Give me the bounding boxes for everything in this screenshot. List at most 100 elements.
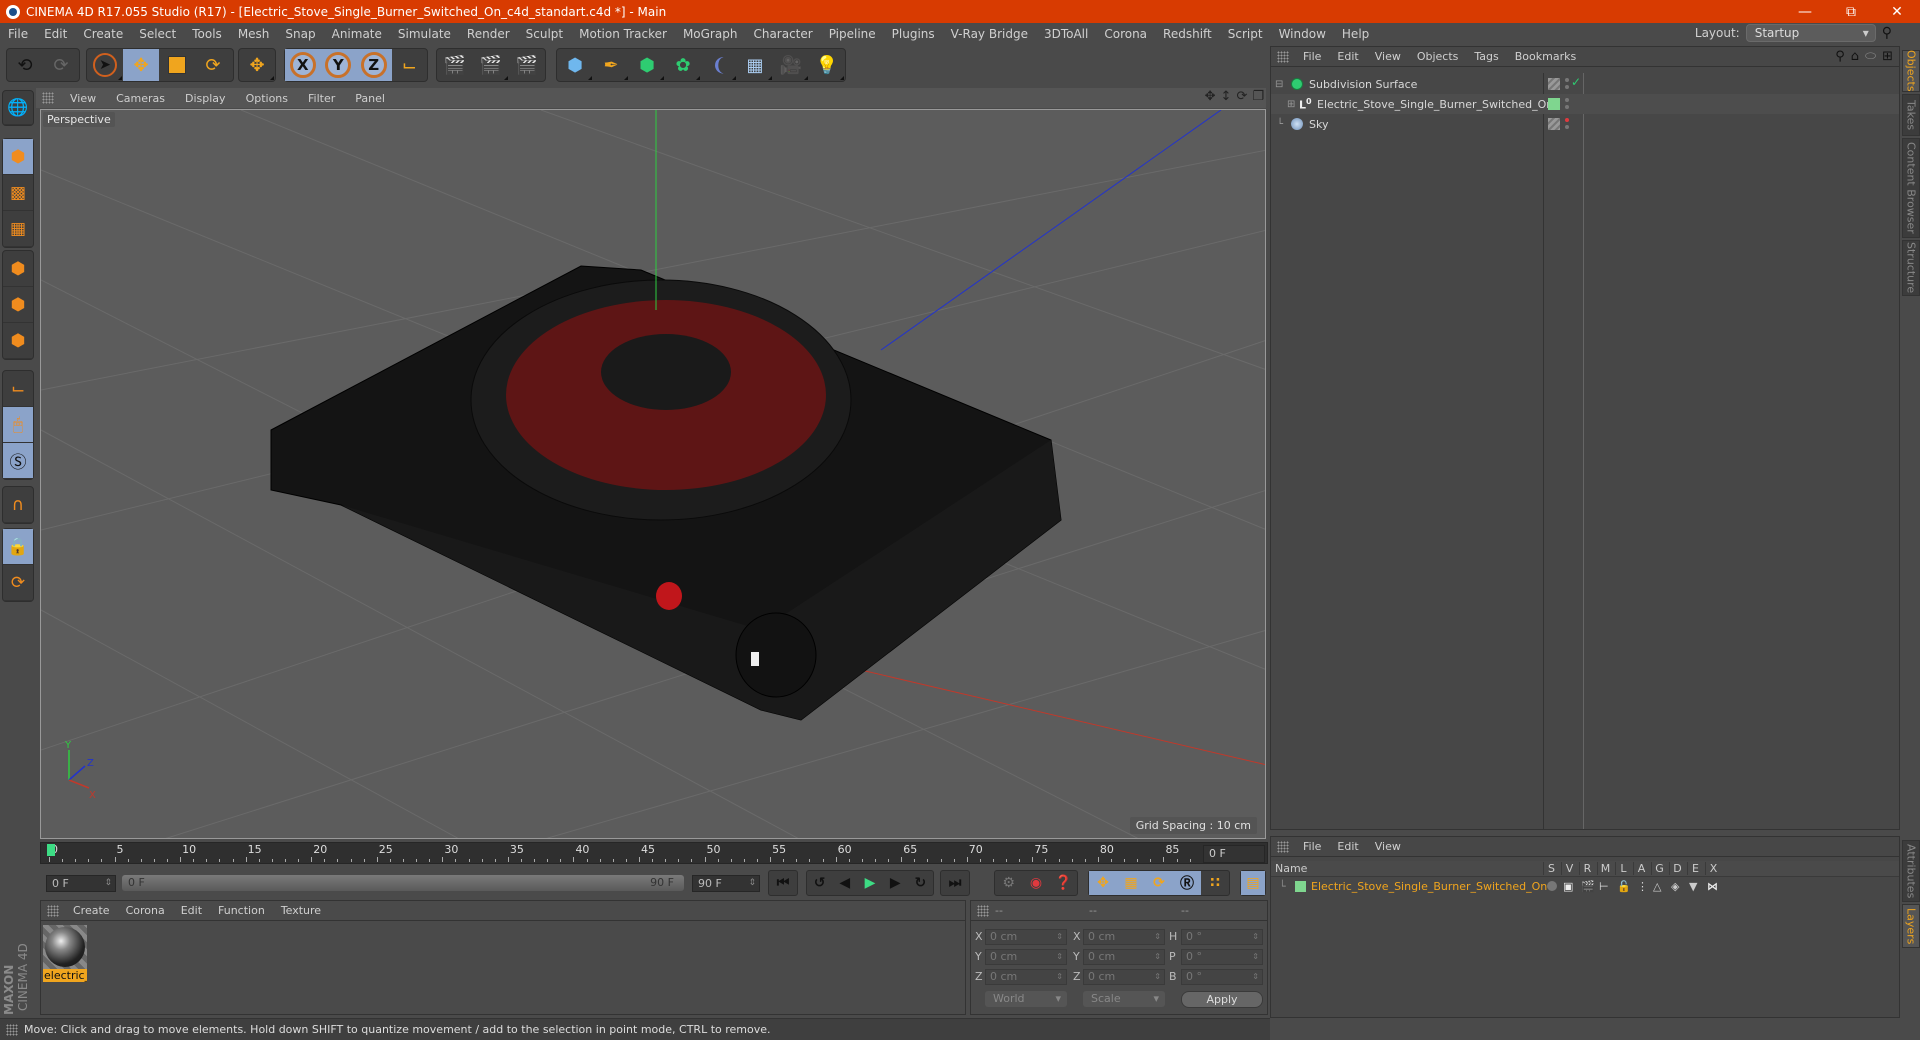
visibility-toggle[interactable] — [1548, 78, 1560, 90]
object-menu-objects[interactable]: Objects — [1409, 50, 1467, 63]
panel-grip-icon[interactable] — [1277, 50, 1289, 63]
menu-select[interactable]: Select — [131, 27, 184, 41]
tweak-mode-icon[interactable]: 🖱 — [3, 407, 33, 443]
make-editable-icon[interactable]: 🌐 — [3, 91, 33, 125]
current-frame-field[interactable]: 0 F — [1203, 845, 1265, 863]
editor-visibility-dot[interactable] — [1565, 78, 1569, 82]
floor-icon[interactable]: ▦ — [737, 49, 773, 81]
viewport-menu-options[interactable]: Options — [236, 92, 298, 105]
object-row-subdivision-surface[interactable]: ⊟ Subdivision Surface ✓ — [1271, 74, 1899, 94]
material-menu-edit[interactable]: Edit — [173, 904, 210, 917]
x-axis-icon[interactable]: X — [285, 49, 321, 81]
object-name[interactable]: Sky — [1309, 118, 1328, 131]
redo-icon[interactable]: ⟳ — [43, 49, 79, 81]
layer-name[interactable]: Electric_Stove_Single_Burner_Switched_On — [1311, 880, 1547, 893]
orbit-icon[interactable]: ⟳ — [1236, 89, 1247, 104]
menu-simulate[interactable]: Simulate — [390, 27, 459, 41]
cube-primitive-icon[interactable]: ⬢ — [557, 49, 593, 81]
z-axis-icon[interactable]: Z — [356, 49, 392, 81]
view-toggle-icon[interactable]: ▣ — [1563, 880, 1573, 893]
menu-animate[interactable]: Animate — [324, 27, 390, 41]
object-menu-file[interactable]: File — [1295, 50, 1329, 63]
search-icon[interactable]: ⚲ — [1835, 49, 1845, 64]
enabled-check-icon[interactable]: ✓ — [1571, 75, 1581, 89]
menu-redshift[interactable]: Redshift — [1155, 27, 1220, 41]
deformers-toggle-icon[interactable]: ◈ — [1671, 880, 1679, 893]
layout-search-icon[interactable]: ⚲ — [1882, 25, 1892, 41]
panel-grip-icon[interactable] — [977, 904, 989, 917]
deformer-icon[interactable]: ❨ — [701, 49, 737, 81]
render-toggle-icon[interactable]: 🎬 — [1581, 880, 1595, 893]
layer-col-deformers[interactable]: D — [1669, 862, 1685, 875]
menu-help[interactable]: Help — [1334, 27, 1377, 41]
tab-content-browser[interactable]: Content Browser — [1902, 138, 1920, 238]
axis-mode-icon[interactable]: ⌙ — [3, 371, 33, 407]
y-axis-icon[interactable]: Y — [320, 49, 356, 81]
menu-edit[interactable]: Edit — [36, 27, 75, 41]
layer-col-render[interactable]: R — [1579, 862, 1595, 875]
scale-icon[interactable] — [159, 49, 195, 81]
object-menu-view[interactable]: View — [1367, 50, 1409, 63]
xref-toggle-icon[interactable]: ⋈ — [1707, 880, 1718, 893]
tab-attributes[interactable]: Attributes — [1902, 840, 1920, 902]
layer-menu-view[interactable]: View — [1367, 840, 1409, 853]
menu-window[interactable]: Window — [1271, 27, 1334, 41]
tab-structure[interactable]: Structure — [1902, 240, 1920, 296]
layer-color-swatch[interactable] — [1548, 98, 1560, 110]
material-thumbnail[interactable] — [43, 925, 87, 969]
panel-grip-icon[interactable] — [1277, 840, 1289, 853]
menu-mograph[interactable]: MoGraph — [675, 27, 746, 41]
layer-menu-edit[interactable]: Edit — [1329, 840, 1366, 853]
play-icon[interactable]: ▶ — [857, 871, 882, 895]
solo-icon[interactable]: Ⓢ — [3, 443, 33, 479]
menu-corona[interactable]: Corona — [1096, 27, 1155, 41]
layer-menu-file[interactable]: File — [1295, 840, 1329, 853]
workplane-align-icon[interactable]: ⟳ — [3, 565, 33, 601]
tab-objects[interactable]: Objects — [1902, 50, 1920, 92]
render-visibility-dot[interactable] — [1565, 85, 1569, 89]
layer-col-animation[interactable]: A — [1633, 862, 1649, 875]
menu-render[interactable]: Render — [459, 27, 518, 41]
restore-button[interactable]: ⧉ — [1828, 0, 1874, 23]
object-menu-bookmarks[interactable]: Bookmarks — [1507, 50, 1584, 63]
move-icon[interactable]: ✥ — [123, 49, 159, 81]
rot-p-field[interactable]: 0 ° — [1181, 949, 1263, 965]
next-key-icon[interactable]: ↻ — [908, 871, 933, 895]
render-visibility-dot[interactable] — [1565, 125, 1569, 129]
size-z-field[interactable]: 0 cm — [1083, 969, 1165, 985]
edges-mode-icon[interactable]: ⬢ — [3, 287, 33, 323]
pos-y-field[interactable]: 0 cm — [985, 949, 1067, 965]
tab-layers[interactable]: Layers — [1902, 904, 1920, 948]
tab-takes[interactable]: Takes — [1902, 94, 1920, 136]
pos-x-field[interactable]: 0 cm — [985, 929, 1067, 945]
viewport-menu-view[interactable]: View — [60, 92, 106, 105]
editor-visibility-dot[interactable] — [1565, 98, 1569, 102]
menu-sculpt[interactable]: Sculpt — [518, 27, 571, 41]
light-icon[interactable]: 💡 — [809, 49, 845, 81]
transform-mode-dropdown[interactable]: Scale — [1083, 991, 1165, 1007]
menu-character[interactable]: Character — [745, 27, 820, 41]
layer-col-locked[interactable]: L — [1615, 862, 1631, 875]
prev-key-icon[interactable]: ↺ — [807, 871, 832, 895]
snap-icon[interactable]: ∩ — [3, 487, 33, 523]
new-window-icon[interactable]: ⊞ — [1882, 49, 1893, 64]
object-name[interactable]: Electric_Stove_Single_Burner_Switched_On — [1317, 98, 1553, 111]
workplane-mode-icon[interactable]: ▦ — [3, 211, 33, 247]
points-mode-icon[interactable]: ⬢ — [3, 251, 33, 287]
generators-toggle-icon[interactable]: △ — [1653, 880, 1661, 893]
layer-row[interactable]: └ Electric_Stove_Single_Burner_Switched_… — [1271, 878, 1899, 895]
filter-icon[interactable]: ⬭ — [1865, 49, 1876, 64]
toggle-view-icon[interactable]: ❐ — [1252, 89, 1264, 104]
viewport-menu-display[interactable]: Display — [175, 92, 236, 105]
workplane-lock-icon[interactable]: 🔒 — [3, 529, 33, 565]
playhead[interactable] — [47, 844, 55, 856]
material-name[interactable]: electric_ — [43, 969, 87, 982]
layer-col-xref[interactable]: X — [1705, 862, 1721, 875]
key-scale-icon[interactable]: ▦ — [1117, 871, 1145, 895]
polygons-mode-icon[interactable]: ⬢ — [3, 323, 33, 359]
autokey-icon[interactable]: ❓ — [1050, 871, 1077, 895]
move-last-icon[interactable]: ✥ — [239, 49, 275, 81]
layer-color-swatch[interactable] — [1295, 881, 1306, 892]
home-icon[interactable]: ⌂ — [1851, 49, 1859, 64]
solo-toggle-icon[interactable] — [1547, 881, 1557, 891]
